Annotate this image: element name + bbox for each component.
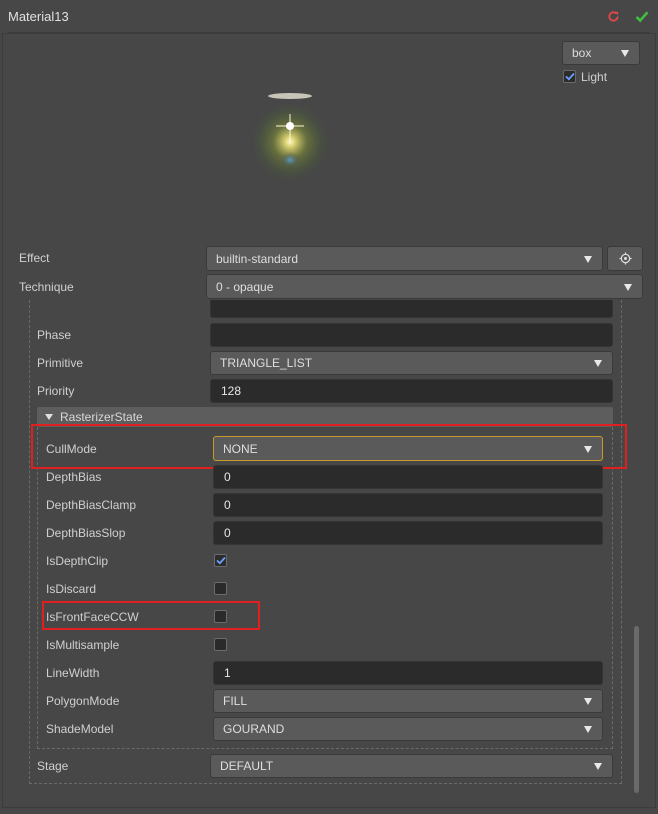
caret-down-icon [45,414,53,420]
checkmark-icon [564,72,575,81]
front-face-ccw-highlight [42,601,260,630]
cull-mode-highlight [31,424,627,469]
polygon-mode-label: PolygonMode [46,694,120,708]
checkmark-icon [215,556,226,565]
depth-bias-slop-input[interactable]: 0 [213,521,603,545]
primitive-label: Primitive [37,356,84,370]
scrollbar-thumb[interactable] [634,626,639,793]
effect-dropdown[interactable]: builtin-standard [206,246,603,271]
primitive-dropdown[interactable]: TRIANGLE_LIST [210,351,613,375]
technique-dropdown[interactable]: 0 - opaque [206,274,643,299]
preview-shape-dropdown[interactable]: box [562,41,640,65]
chevron-down-icon [584,698,592,705]
chevron-down-icon [594,360,602,367]
checkmark-icon [635,10,649,22]
reset-button[interactable] [604,7,622,25]
chevron-down-icon [624,283,632,291]
stage-dropdown[interactable]: DEFAULT [210,754,613,778]
technique-label: Technique [19,280,74,294]
is-discard-label: IsDiscard [46,582,97,596]
line-width-input[interactable]: 1 [213,661,603,685]
is-multisample-label: IsMultisample [46,638,120,652]
stage-label: Stage [37,759,69,773]
is-depth-clip-checkbox[interactable] [214,554,227,567]
reset-icon [607,10,619,22]
shade-model-value: GOURAND [223,722,285,736]
shade-model-label: ShadeModel [46,722,114,736]
chevron-down-icon [584,255,592,263]
is-discard-checkbox[interactable] [214,582,227,595]
chevron-down-icon [584,726,592,733]
shade-model-dropdown[interactable]: GOURAND [213,717,603,741]
chevron-down-icon [621,50,629,57]
is-multisample-checkbox[interactable] [214,638,227,651]
phase-label: Phase [37,328,72,342]
is-depth-clip-label: IsDepthClip [46,554,109,568]
rasterizer-state-title: RasterizerState [60,410,143,424]
line-width-label: LineWidth [46,666,100,680]
depth-bias-label: DepthBias [46,470,102,484]
material-preview[interactable] [230,84,350,204]
depth-bias-slop-label: DepthBiasSlop [46,526,126,540]
locate-effect-button[interactable] [607,246,643,271]
light-checkbox[interactable] [563,70,576,83]
priority-input[interactable]: 128 [210,379,613,403]
preview-sphere [248,93,332,188]
depth-bias-input[interactable]: 0 [213,465,603,489]
depth-bias-clamp-input[interactable]: 0 [213,493,603,517]
primitive-value: TRIANGLE_LIST [220,356,313,370]
dynamics-field-partial[interactable] [210,300,613,318]
light-label: Light [581,70,608,84]
depth-bias-clamp-label: DepthBiasClamp [46,498,137,512]
priority-label: Priority [37,384,75,398]
chevron-down-icon [594,763,602,770]
material-title: Material13 [8,9,69,24]
polygon-mode-dropdown[interactable]: FILL [213,689,603,713]
effect-label: Effect [19,251,50,265]
preview-shape-value: box [572,46,592,60]
locate-icon [618,252,632,265]
polygon-mode-value: FILL [223,694,248,708]
phase-input[interactable] [210,323,613,347]
stage-value: DEFAULT [220,759,274,773]
apply-button[interactable] [633,7,651,25]
effect-value: builtin-standard [216,251,299,266]
technique-value: 0 - opaque [216,279,274,294]
